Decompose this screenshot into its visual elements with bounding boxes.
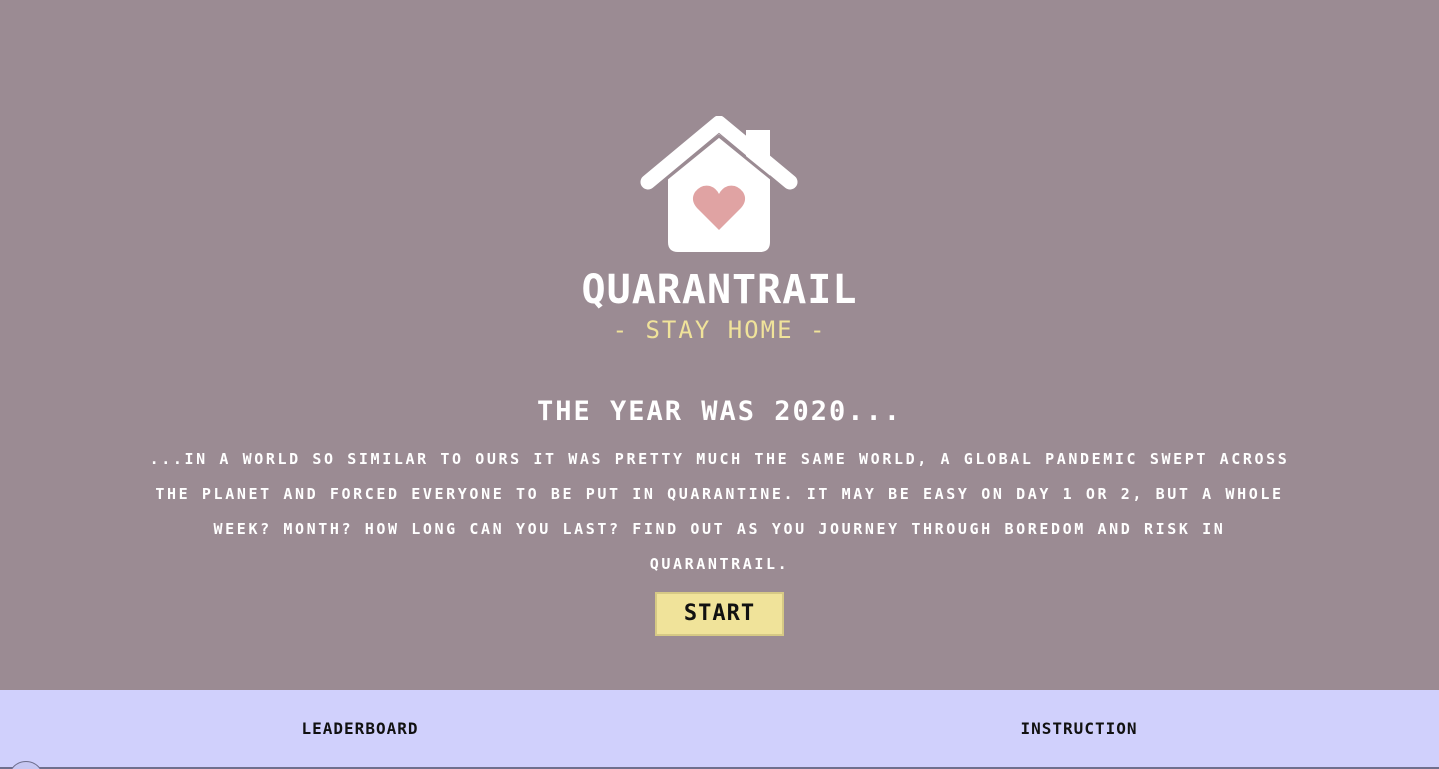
intro-story: ...IN A WORLD SO SIMILAR TO OURS IT WAS … — [149, 450, 1290, 573]
intro-heading: THE YEAR WAS 2020... — [536, 396, 903, 427]
app-subtitle: - STAY HOME - — [612, 316, 827, 344]
instruction-link[interactable]: INSTRUCTION — [719, 717, 1439, 741]
bottom-nav-bar: LEADERBOARD INSTRUCTION — [0, 690, 1439, 769]
house-with-heart-icon — [640, 116, 798, 252]
app-title: QUARANTRAIL — [581, 267, 858, 313]
leaderboard-link[interactable]: LEADERBOARD — [0, 717, 720, 741]
start-button[interactable]: START — [655, 592, 784, 636]
hero-section: QUARANTRAIL - STAY HOME - THE YEAR WAS 2… — [0, 0, 1439, 690]
